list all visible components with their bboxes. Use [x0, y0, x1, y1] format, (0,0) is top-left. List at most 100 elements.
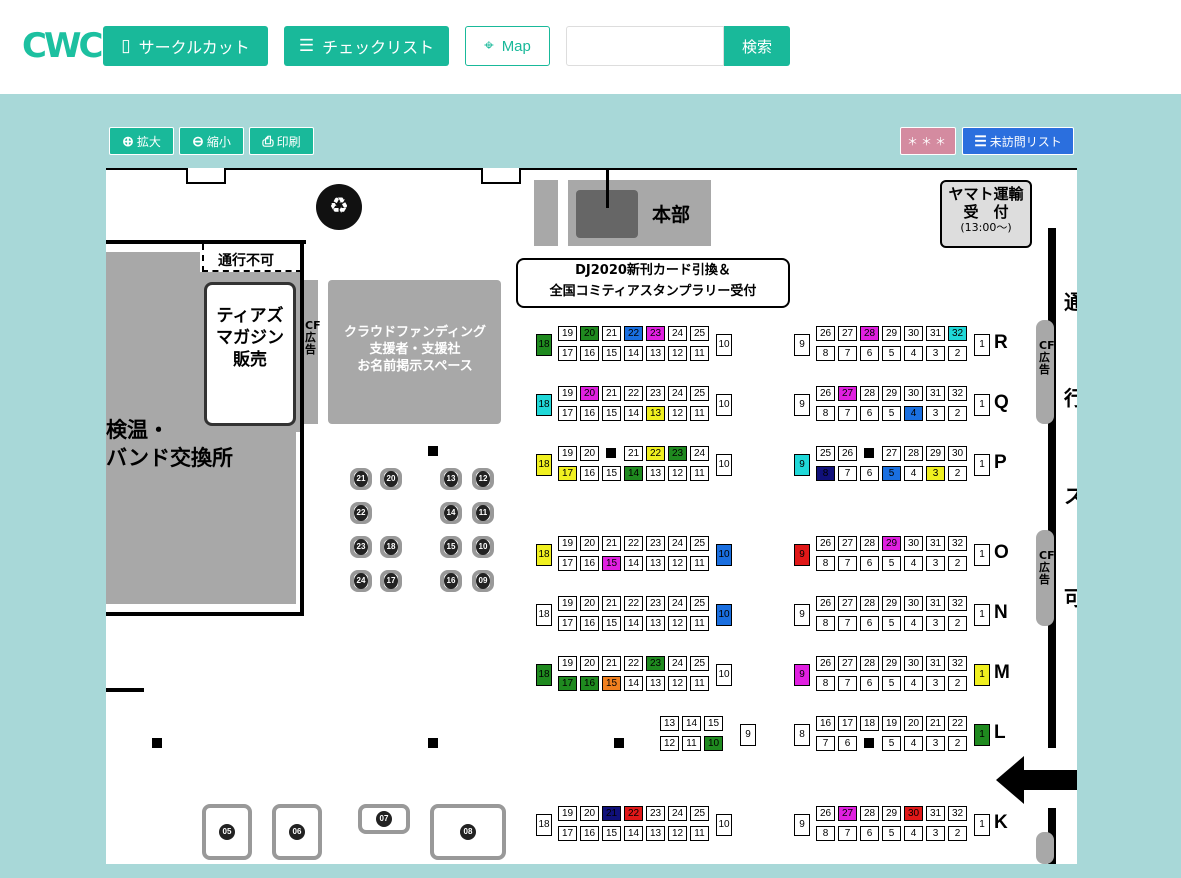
booth[interactable]: 31: [926, 806, 945, 821]
logo[interactable]: CWC: [22, 26, 103, 66]
booth[interactable]: 11: [690, 676, 709, 691]
booth[interactable]: 21: [602, 326, 621, 341]
booth[interactable]: 31: [926, 536, 945, 551]
booth[interactable]: 28: [904, 446, 923, 461]
booth[interactable]: 27: [838, 596, 857, 611]
booth[interactable]: 19: [558, 386, 577, 401]
booth[interactable]: 4: [904, 736, 923, 751]
booth[interactable]: 9: [794, 334, 810, 356]
table-marker[interactable]: 14: [440, 502, 462, 524]
booth[interactable]: 24: [668, 596, 687, 611]
booth[interactable]: 12: [668, 556, 687, 571]
booth[interactable]: 15: [602, 676, 621, 691]
booth[interactable]: 29: [882, 596, 901, 611]
booth[interactable]: 11: [690, 346, 709, 361]
booth[interactable]: 4: [904, 466, 923, 481]
booth[interactable]: 32: [948, 536, 967, 551]
booth[interactable]: 3: [926, 346, 945, 361]
booth[interactable]: 20: [580, 536, 599, 551]
booth[interactable]: 1: [974, 724, 990, 746]
booth[interactable]: 18: [536, 604, 552, 626]
booth[interactable]: 6: [860, 556, 879, 571]
booth[interactable]: 19: [558, 536, 577, 551]
booth[interactable]: 21: [602, 536, 621, 551]
booth[interactable]: 9: [794, 664, 810, 686]
checklist-button[interactable]: ☰ チェックリスト: [284, 26, 449, 66]
booth[interactable]: 8: [816, 346, 835, 361]
booth[interactable]: 22: [624, 536, 643, 551]
booth[interactable]: 12: [668, 826, 687, 841]
booth[interactable]: 24: [668, 656, 687, 671]
booth[interactable]: 30: [904, 596, 923, 611]
booth[interactable]: 6: [838, 736, 857, 751]
booth[interactable]: 23: [646, 386, 665, 401]
booth[interactable]: 14: [624, 676, 643, 691]
print-button[interactable]: ⎙ 印刷: [249, 127, 314, 155]
booth[interactable]: 6: [860, 826, 879, 841]
booth[interactable]: 27: [838, 386, 857, 401]
booth[interactable]: 25: [690, 806, 709, 821]
booth[interactable]: 27: [882, 446, 901, 461]
booth[interactable]: 23: [646, 656, 665, 671]
booth[interactable]: 1: [974, 454, 990, 476]
booth[interactable]: 12: [668, 676, 687, 691]
booth[interactable]: 32: [948, 806, 967, 821]
zoom-out-button[interactable]: ⊖ 縮小: [179, 127, 244, 155]
booth[interactable]: 28: [860, 386, 879, 401]
booth[interactable]: 21: [624, 446, 643, 461]
booth[interactable]: 6: [860, 466, 879, 481]
booth[interactable]: 22: [646, 446, 665, 461]
booth[interactable]: 23: [646, 326, 665, 341]
booth[interactable]: 1: [974, 394, 990, 416]
booth[interactable]: 23: [646, 536, 665, 551]
booth[interactable]: 15: [602, 406, 621, 421]
booth[interactable]: 10: [716, 814, 732, 836]
unvisited-list-button[interactable]: ☰ 未訪問リスト: [962, 127, 1074, 155]
booth[interactable]: 1: [974, 814, 990, 836]
booth[interactable]: 9: [740, 724, 756, 746]
booth[interactable]: 28: [860, 806, 879, 821]
booth[interactable]: 26: [816, 596, 835, 611]
booth[interactable]: 20: [580, 806, 599, 821]
booth[interactable]: 18: [860, 716, 879, 731]
booth[interactable]: 1: [974, 544, 990, 566]
booth[interactable]: 15: [602, 616, 621, 631]
booth[interactable]: 16: [580, 556, 599, 571]
booth[interactable]: 17: [838, 716, 857, 731]
booth[interactable]: 5: [882, 556, 901, 571]
booth[interactable]: 5: [882, 616, 901, 631]
booth[interactable]: 8: [816, 676, 835, 691]
booth[interactable]: 20: [580, 446, 599, 461]
table-marker[interactable]: 15: [440, 536, 462, 558]
booth[interactable]: 20: [580, 386, 599, 401]
booth[interactable]: 19: [558, 326, 577, 341]
booth[interactable]: 11: [690, 616, 709, 631]
booth[interactable]: 6: [860, 406, 879, 421]
booth[interactable]: 21: [602, 386, 621, 401]
booth[interactable]: 4: [904, 676, 923, 691]
booth[interactable]: 10: [716, 544, 732, 566]
booth[interactable]: 8: [816, 826, 835, 841]
booth[interactable]: 24: [668, 806, 687, 821]
booth[interactable]: 21: [602, 806, 621, 821]
booth[interactable]: 29: [926, 446, 945, 461]
booth[interactable]: 13: [646, 406, 665, 421]
booth[interactable]: 32: [948, 386, 967, 401]
booth[interactable]: 31: [926, 326, 945, 341]
booth[interactable]: 20: [580, 656, 599, 671]
booth[interactable]: 9: [794, 454, 810, 476]
booth[interactable]: 2: [948, 556, 967, 571]
booth[interactable]: 5: [882, 466, 901, 481]
booth[interactable]: 8: [794, 724, 810, 746]
booth[interactable]: 11: [690, 826, 709, 841]
booth[interactable]: 12: [668, 616, 687, 631]
booth[interactable]: 7: [838, 406, 857, 421]
booth[interactable]: 27: [838, 536, 857, 551]
booth[interactable]: 18: [536, 814, 552, 836]
booth[interactable]: 3: [926, 826, 945, 841]
booth[interactable]: 3: [926, 736, 945, 751]
booth[interactable]: 4: [904, 406, 923, 421]
booth[interactable]: 27: [838, 326, 857, 341]
booth[interactable]: 1: [974, 604, 990, 626]
table-marker[interactable]: 18: [380, 536, 402, 558]
